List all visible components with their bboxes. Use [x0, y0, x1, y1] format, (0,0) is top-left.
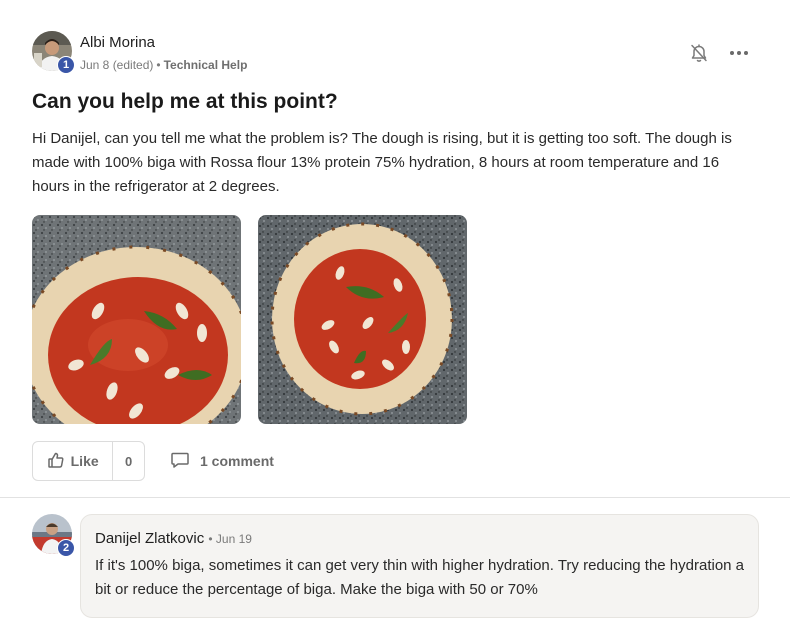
commenter-level-badge: 2 [57, 539, 75, 557]
post-body: Hi Danijel, can you tell me what the pro… [32, 130, 732, 195]
like-label: Like [70, 453, 99, 469]
pizza-photo-1[interactable] [32, 215, 241, 424]
comment-count-label: 1 comment [200, 453, 274, 469]
like-control: Like 0 [32, 441, 145, 481]
post-card: 1 Albi Morina Jun 8 (edited) • Technical H… [0, 0, 790, 498]
post-title: Can you help me at this point? [32, 90, 338, 113]
like-count: 0 [125, 453, 133, 469]
comments-button[interactable]: 1 comment [170, 449, 274, 473]
author-level-badge: 1 [57, 56, 75, 74]
post-date: Jun 8 (edited) [80, 58, 154, 72]
comment-bubble: Danijel Zlatkovic • Jun 19 If it's 100% … [80, 514, 759, 618]
meta-separator: • [156, 58, 161, 72]
author-name[interactable]: Albi Morina [80, 34, 155, 51]
like-button[interactable]: Like [33, 442, 114, 480]
commenter-name[interactable]: Danijel Zlatkovic [95, 530, 204, 547]
post-category[interactable]: Technical Help [164, 58, 248, 72]
comment-text: If it's 100% biga, sometimes it can get … [95, 557, 745, 598]
comment-header: Danijel Zlatkovic • Jun 19 [95, 530, 252, 547]
pizza-photo-2[interactable] [258, 215, 467, 424]
bell-off-icon[interactable] [688, 42, 710, 64]
comment-icon [170, 451, 190, 472]
more-horizontal-icon[interactable] [726, 42, 752, 64]
post-meta: Jun 8 (edited) • Technical Help [80, 58, 247, 72]
thumbs-up-icon [47, 451, 65, 472]
comment-date: • Jun 19 [208, 532, 252, 546]
